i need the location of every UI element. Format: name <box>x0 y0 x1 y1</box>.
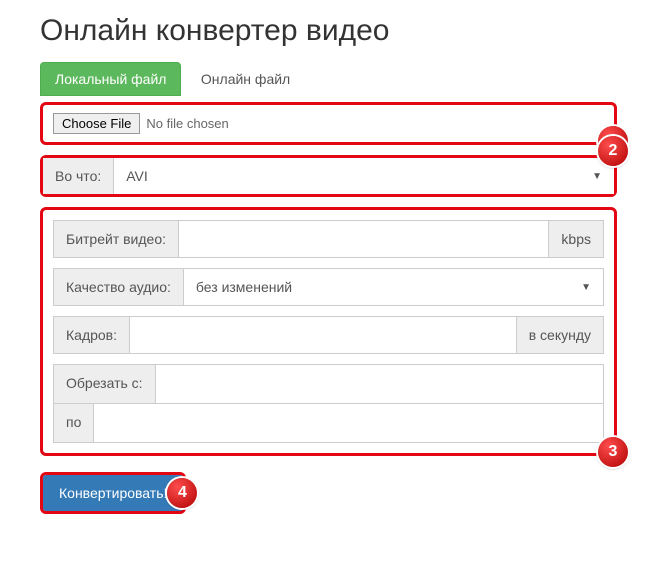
convert-button[interactable]: Конвертировать! <box>43 475 183 511</box>
bitrate-label: Битрейт видео: <box>54 221 179 257</box>
audio-quality-label: Качество аудио: <box>54 269 184 305</box>
choose-file-button[interactable]: Choose File <box>53 113 140 134</box>
audio-quality-select[interactable]: без изменений ▼ <box>184 269 603 305</box>
tab-online-file[interactable]: Онлайн файл <box>186 62 305 96</box>
trim-to-label: по <box>54 404 94 442</box>
chosen-file-text: No file chosen <box>146 116 228 131</box>
convert-section: Конвертировать! 4 <box>40 472 186 514</box>
chevron-down-icon: ▼ <box>581 282 591 293</box>
page-title: Онлайн конвертер видео <box>40 14 617 48</box>
callout-badge-4: 4 <box>167 478 197 508</box>
target-format-label: Во что: <box>43 158 114 194</box>
fps-input[interactable] <box>142 327 504 343</box>
fps-row: Кадров: в секунду <box>53 316 604 354</box>
source-tabs: Локальный файл Онлайн файл <box>40 62 617 96</box>
target-format-section: Во что: AVI ▼ 2 <box>40 155 617 197</box>
file-chooser-section: Choose File No file chosen 1 <box>40 102 617 145</box>
audio-quality-value: без изменений <box>196 279 292 295</box>
target-format-select[interactable]: AVI ▼ <box>114 158 614 194</box>
fps-unit: в секунду <box>516 317 603 353</box>
trim-to-input[interactable] <box>106 414 591 430</box>
audio-quality-row: Качество аудио: без изменений ▼ <box>53 268 604 306</box>
fps-label: Кадров: <box>54 317 130 353</box>
target-format-value: AVI <box>126 168 148 184</box>
settings-section: Битрейт видео: kbps Качество аудио: без … <box>40 207 617 456</box>
bitrate-row: Битрейт видео: kbps <box>53 220 604 258</box>
bitrate-unit: kbps <box>548 221 603 257</box>
chevron-down-icon: ▼ <box>592 171 602 182</box>
trim-from-label: Обрезать с: <box>54 365 156 403</box>
trim-from-input[interactable] <box>168 375 591 391</box>
tab-local-file[interactable]: Локальный файл <box>40 62 181 96</box>
callout-badge-3: 3 <box>598 437 628 467</box>
trim-row: Обрезать с: по <box>53 364 604 443</box>
callout-badge-2: 2 <box>598 136 628 166</box>
bitrate-input[interactable] <box>191 231 536 247</box>
